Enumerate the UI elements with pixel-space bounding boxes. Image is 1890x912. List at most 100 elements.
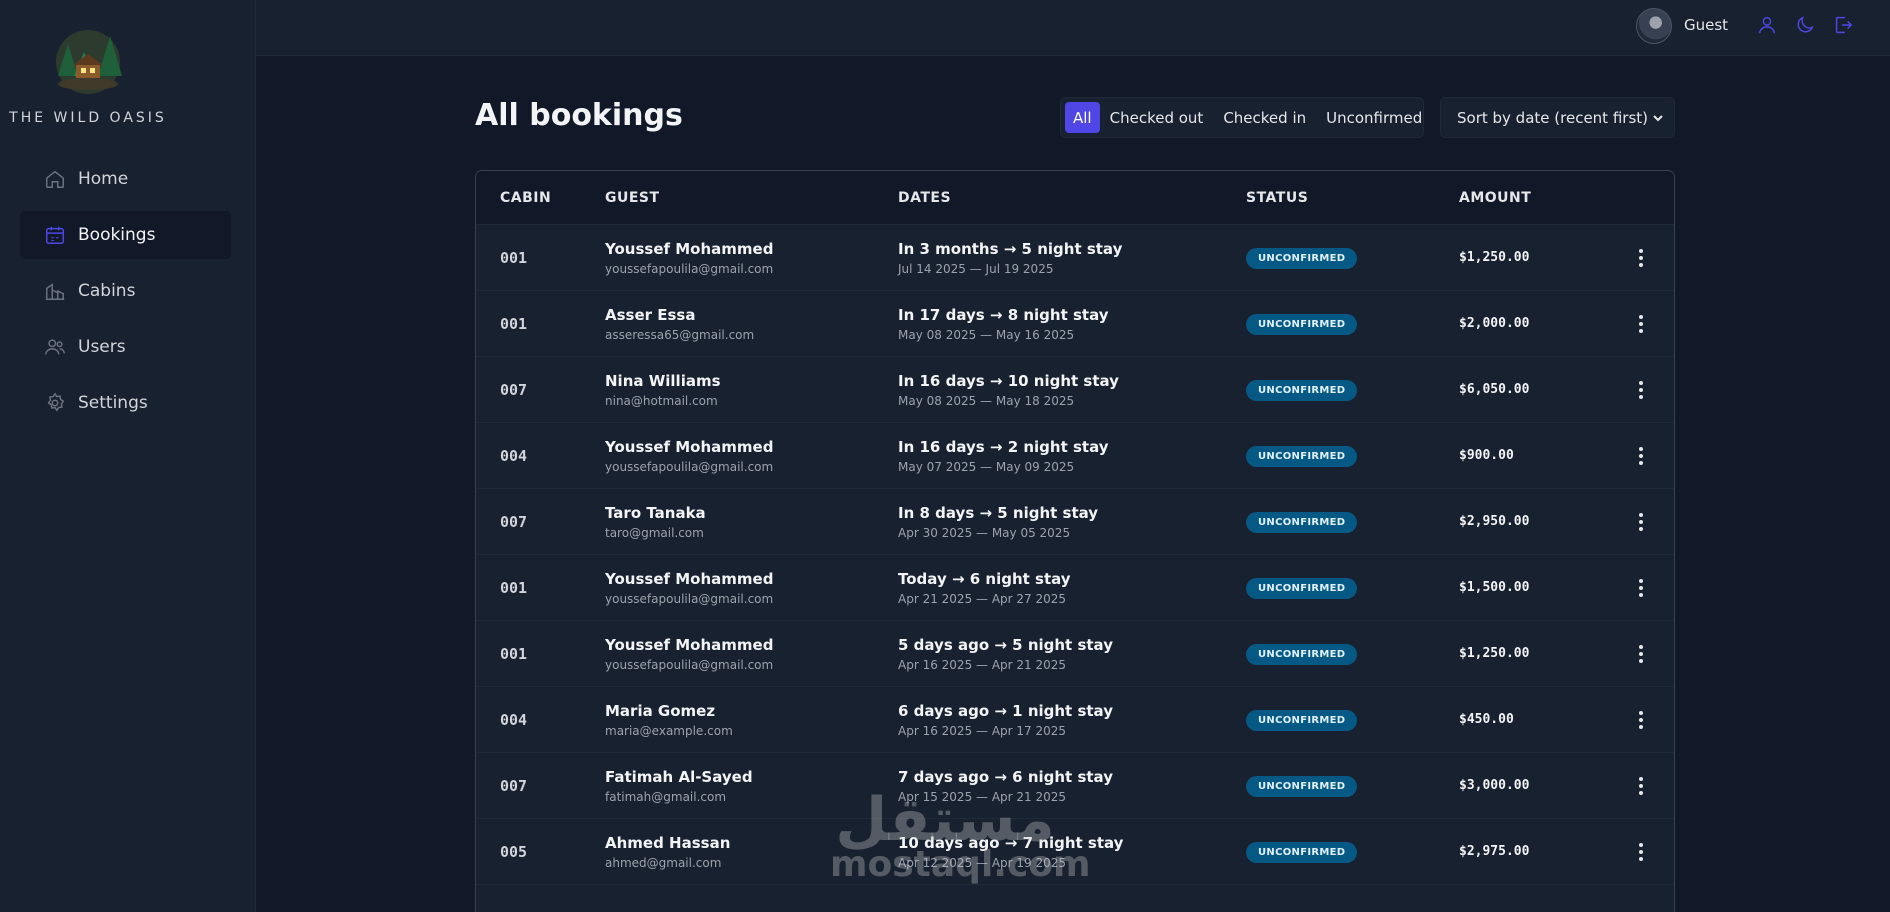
sidebar-item-bookings[interactable]: Bookings: [20, 211, 231, 259]
guest-cell: Fatimah Al-Sayed fatimah@gmail.com: [605, 768, 898, 804]
guest-cell: Youssef Mohammed youssefapoulila@gmail.c…: [605, 240, 898, 276]
filter-checked-out-button[interactable]: Checked out: [1100, 102, 1214, 133]
cabin-cell: 001: [500, 248, 528, 267]
table-row: 007 Taro Tanaka taro@gmail.com In 8 days…: [476, 489, 1674, 555]
row-menu-button[interactable]: [1632, 709, 1650, 731]
date-range: Apr 16 2025 — Apr 21 2025: [898, 657, 1067, 672]
amount-cell: $450.00: [1459, 712, 1514, 727]
dates-cell: 5 days ago → 5 night stay Apr 16 2025 — …: [898, 636, 1246, 672]
guest-email: nina@hotmail.com: [605, 393, 718, 408]
row-menu-button[interactable]: [1632, 775, 1650, 797]
stay-summary: 7 days ago → 6 night stay: [898, 767, 1113, 786]
guest-email: taro@gmail.com: [605, 525, 704, 540]
filter-all-button[interactable]: All: [1065, 102, 1100, 133]
guest-name: Maria Gomez: [605, 701, 716, 720]
user-icon[interactable]: [1756, 14, 1778, 36]
avatar: [1636, 8, 1672, 44]
sidebar-item-label: Settings: [78, 393, 148, 413]
header-amount: AMOUNT: [1459, 189, 1532, 206]
cabin-cell: 007: [500, 512, 528, 531]
row-menu-button[interactable]: [1632, 841, 1650, 863]
users-icon: [45, 339, 65, 355]
amount-cell: $3,000.00: [1459, 778, 1530, 793]
table-row: 007 Fatimah Al-Sayed fatimah@gmail.com 7…: [476, 753, 1674, 819]
filter-checked-in-button[interactable]: Checked in: [1213, 102, 1316, 133]
stay-summary: In 8 days → 5 night stay: [898, 503, 1099, 522]
status-badge: UNCONFIRMED: [1246, 842, 1358, 863]
guest-email: asseressa65@gmail.com: [605, 327, 755, 342]
cabin-cell: 001: [500, 578, 528, 597]
status-cell: UNCONFIRMED: [1246, 774, 1459, 797]
table-row: 005 Ahmed Hassan ahmed@gmail.com 10 days…: [476, 819, 1674, 885]
gear-icon: [47, 392, 65, 412]
status-cell: UNCONFIRMED: [1246, 246, 1459, 269]
guest-cell: Nina Williams nina@hotmail.com: [605, 372, 898, 408]
sidebar-item-home[interactable]: Home: [20, 155, 231, 203]
table-row: 007 Nina Williams nina@hotmail.com In 16…: [476, 357, 1674, 423]
row-menu-button[interactable]: [1632, 643, 1650, 665]
row-menu-button[interactable]: [1632, 379, 1650, 401]
filter-unconfirmed-button[interactable]: Unconfirmed: [1316, 102, 1432, 133]
page-title: All bookings: [475, 98, 683, 133]
amount-cell: $900.00: [1459, 448, 1514, 463]
date-range: May 08 2025 — May 18 2025: [898, 393, 1075, 408]
amount-cell: $1,500.00: [1459, 580, 1530, 595]
status-badge: UNCONFIRMED: [1246, 644, 1358, 665]
calendar-icon: [46, 226, 64, 244]
sort-selected-label: Sort by date (recent first): [1457, 108, 1648, 127]
sidebar-item-users[interactable]: Users: [20, 323, 231, 371]
cabin-cell: 001: [500, 644, 528, 663]
amount-cell: $2,000.00: [1459, 316, 1530, 331]
header-guest: GUEST: [605, 189, 660, 206]
row-menu-button[interactable]: [1632, 577, 1650, 599]
guest-name: Youssef Mohammed: [605, 437, 774, 456]
logo-image: [44, 24, 132, 96]
sidebar-item-settings[interactable]: Settings: [20, 379, 231, 427]
status-badge: UNCONFIRMED: [1246, 446, 1358, 467]
status-cell: UNCONFIRMED: [1246, 708, 1459, 731]
guest-name: Asser Essa: [605, 305, 696, 324]
guest-cell: Ahmed Hassan ahmed@gmail.com: [605, 834, 898, 870]
guest-name: Ahmed Hassan: [605, 833, 731, 852]
status-cell: UNCONFIRMED: [1246, 312, 1459, 335]
dates-cell: In 16 days → 2 night stay May 07 2025 — …: [898, 438, 1246, 474]
logo[interactable]: THE WILD OASIS: [0, 24, 176, 126]
stay-summary: 5 days ago → 5 night stay: [898, 635, 1113, 654]
top-header: Guest: [256, 0, 1890, 56]
amount-cell: $6,050.00: [1459, 382, 1530, 397]
row-menu-button[interactable]: [1632, 313, 1650, 335]
table-row: 001 Asser Essa asseressa65@gmail.com In …: [476, 291, 1674, 357]
app-name: THE WILD OASIS: [9, 110, 167, 126]
dates-cell: In 17 days → 8 night stay May 08 2025 — …: [898, 306, 1246, 342]
cabin-cell: 005: [500, 842, 528, 861]
date-range: Apr 30 2025 — May 05 2025: [898, 525, 1071, 540]
sidebar-item-label: Bookings: [78, 225, 156, 245]
guest-email: youssefapoulila@gmail.com: [605, 261, 774, 276]
status-cell: UNCONFIRMED: [1246, 576, 1459, 599]
stay-summary: In 3 months → 5 night stay: [898, 239, 1123, 258]
guest-name: Nina Williams: [605, 371, 721, 390]
dates-cell: Today → 6 night stay Apr 21 2025 — Apr 2…: [898, 570, 1246, 606]
moon-icon[interactable]: [1794, 14, 1816, 36]
guest-email: youssefapoulila@gmail.com: [605, 657, 774, 672]
header-cabin: CABIN: [500, 189, 552, 206]
guest-name: Fatimah Al-Sayed: [605, 767, 753, 786]
stay-summary: In 16 days → 10 night stay: [898, 371, 1119, 390]
guest-email: maria@example.com: [605, 723, 733, 738]
row-menu-button[interactable]: [1632, 511, 1650, 533]
date-range: Apr 12 2025 — Apr 19 2025: [898, 855, 1067, 870]
table-row: 004 Maria Gomez maria@example.com 6 days…: [476, 687, 1674, 753]
date-range: May 08 2025 — May 16 2025: [898, 327, 1075, 342]
row-menu-button[interactable]: [1632, 247, 1650, 269]
status-badge: UNCONFIRMED: [1246, 776, 1358, 797]
stay-summary: 6 days ago → 1 night stay: [898, 701, 1113, 720]
guest-email: fatimah@gmail.com: [605, 789, 727, 804]
logout-icon[interactable]: [1832, 14, 1854, 36]
cabin-cell: 004: [500, 446, 528, 465]
status-badge: UNCONFIRMED: [1246, 710, 1358, 731]
main-nav: Home Bookings Cabins Users Settings: [20, 155, 231, 435]
date-range: Jul 14 2025 — Jul 19 2025: [898, 261, 1054, 276]
sort-select[interactable]: Sort by date (recent first): [1440, 97, 1675, 138]
row-menu-button[interactable]: [1632, 445, 1650, 467]
sidebar-item-cabins[interactable]: Cabins: [20, 267, 231, 315]
